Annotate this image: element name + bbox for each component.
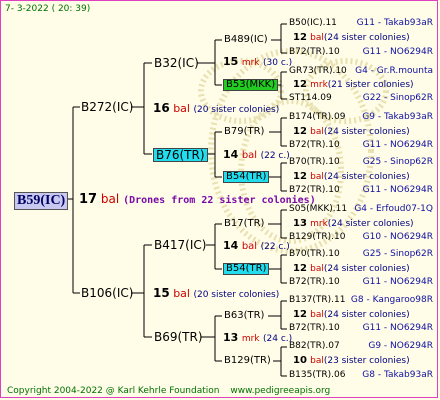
ancestor-name: B174(TR).09 (289, 112, 346, 122)
b32: B32(IC) (154, 56, 199, 70)
ancestor-tag: G11 - NO6294R (362, 323, 433, 333)
ancestor-name: GR73(TR).10 (289, 66, 347, 76)
ancestor-tag: G4 - Erfoud07-1Q (354, 204, 433, 214)
ancestor-tag: G4 - Gr.R.mounta (355, 66, 433, 76)
b69: B69(TR) (154, 330, 203, 344)
ancestor-tag: G9 - Takab93aR (362, 112, 433, 122)
site-link[interactable]: www.pedigreeapis.org (230, 386, 330, 396)
b17: B17(TR) (224, 218, 265, 229)
colony-note: 10 bal(23 sister colonies) (293, 355, 410, 366)
sire-b272: B272(IC) (81, 100, 134, 114)
ancestor-tag: G10 - NO6294R (362, 232, 433, 242)
ancestor-name: S05(MKK).11 (289, 204, 348, 214)
root-unit: bal (100, 192, 120, 206)
footer: Copyright 2004-2022 @ Karl Kehrle Founda… (7, 387, 330, 396)
b32-notes: 15 mrk (30 c.) (223, 55, 293, 68)
ancestor-name: B50(IC).11 (289, 18, 337, 28)
ancestor-tag: G8 - Kangaroo98R (350, 295, 433, 305)
ancestor-tag: G25 - Sinop62R (362, 249, 433, 259)
b129: B129(TR) (224, 355, 271, 366)
ancestor-name: ST114.09 (289, 93, 332, 103)
ancestor-tag: G11 - NO6294R (362, 277, 433, 287)
ancestor-tag: G25 - Sinop62R (362, 157, 433, 167)
b417-notes: 14 bal (22 c.) (223, 239, 290, 252)
copyright: Copyright 2004-2022 @ Karl Kehrle Founda… (7, 386, 220, 396)
colony-note: 12 bal(24 sister colonies) (293, 263, 410, 274)
b489: B489(IC) (224, 34, 268, 45)
pedigree-panel: 7- 3-2022 ( 20: 39) B59(IC) 17 bal (Dron… (0, 0, 438, 398)
ancestor-tag: G11 - NO6294R (362, 185, 433, 195)
ancestor-name: B82(TR).07 (289, 341, 340, 351)
b76-notes: 14 bal (22 c.) (223, 148, 290, 161)
colony-note: 12 mrk(21 sister colonies) (293, 79, 414, 90)
ancestor-name: B70(TR).10 (289, 157, 340, 167)
ancestor-name: B70(TR).10 (289, 249, 340, 259)
b69-notes: 13 mrk (24 c.) (223, 331, 293, 344)
ancestor-name: B72(TR).10 (289, 277, 340, 287)
b54-b: B54(TR) (223, 263, 270, 275)
b76: B76(TR) (153, 148, 208, 162)
ancestor-name: B137(TR).11 (289, 295, 346, 305)
b272-notes: 16 bal (20 sister colonies) (153, 101, 280, 115)
ancestor-tag: G8 - Takab93aR (362, 370, 433, 380)
ancestor-tag: G11 - NO6294R (362, 140, 433, 150)
b417: B417(IC) (154, 238, 207, 252)
ancestor-name: B72(TR).10 (289, 47, 340, 57)
ancestor-name: B72(TR).10 (289, 140, 340, 150)
ancestor-name: B72(TR).10 (289, 323, 340, 333)
colony-note: 12 bal(24 sister colonies) (293, 171, 410, 182)
b63: B63(TR) (224, 310, 265, 321)
ancestor-name: B129(TR).10 (289, 232, 346, 242)
date-stamp: 7- 3-2022 ( 20: 39) (5, 4, 91, 14)
root-notes: 17 bal (Drones from 22 sister colonies) (79, 193, 316, 206)
root-count: 17 (79, 192, 98, 207)
ancestor-name: B135(TR).06 (289, 370, 346, 380)
ancestor-tag: G11 - NO6294R (362, 47, 433, 57)
b53: B53(MKK) (223, 79, 279, 91)
ancestor-tag: G9 - NO6294R (368, 341, 433, 351)
dam-b106: B106(IC) (81, 286, 134, 300)
b106-notes: 15 bal (20 sister colonies) (153, 286, 280, 300)
colony-note: 12 bal(24 sister colonies) (293, 32, 410, 43)
b79: B79(TR) (224, 126, 265, 137)
colony-note: 12 bal(24 sister colonies) (293, 126, 410, 137)
root-note: (Drones from 22 sister colonies) (123, 195, 316, 206)
b54-a: B54(TR) (223, 171, 270, 183)
queen-root: B59(IC) (14, 192, 69, 210)
ancestor-name: B72(TR).10 (289, 185, 340, 195)
ancestor-tag: G11 - Takab93aR (356, 18, 433, 28)
colony-note: 12 bal(24 sister colonies) (293, 309, 410, 320)
ancestor-tag: G22 - Sinop62R (362, 93, 433, 103)
colony-note: 13 mrk(24 sister colonies) (293, 218, 414, 229)
